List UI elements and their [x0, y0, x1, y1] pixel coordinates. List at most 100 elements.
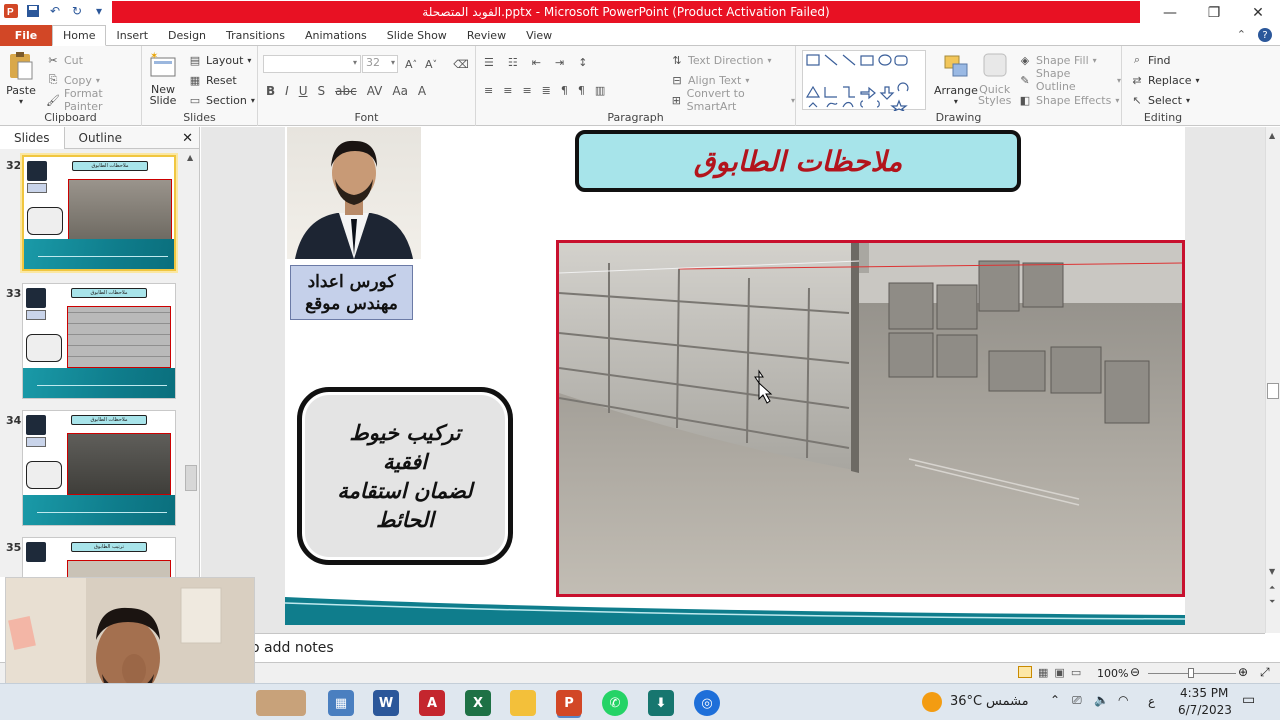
reading-view-icon[interactable]: ▣ — [1054, 666, 1064, 679]
restore-icon[interactable]: ❐ — [1192, 0, 1236, 25]
increase-indent-icon[interactable]: ⇥ — [555, 56, 564, 69]
shape-effects-button[interactable]: ◧ Shape Effects ▾ — [1018, 90, 1121, 110]
shadow-icon[interactable]: S — [318, 84, 326, 98]
taskbar-food-app-icon[interactable] — [256, 690, 306, 716]
input-language[interactable]: ع — [1148, 694, 1155, 708]
columns-icon[interactable]: ▥ — [595, 84, 605, 97]
editor-scrollbar[interactable]: ▲ ▼ ⏶ ⏷ — [1265, 127, 1280, 633]
cut-button[interactable]: ✂ Cut — [46, 50, 141, 70]
presenter-photo[interactable] — [287, 127, 421, 259]
tab-review[interactable]: Review — [457, 25, 516, 46]
next-slide-icon[interactable]: ⏷ — [1269, 597, 1275, 607]
numbering-icon[interactable]: ☷ — [508, 56, 518, 69]
tab-slides[interactable]: Slides — [0, 126, 65, 149]
prev-slide-icon[interactable]: ⏶ — [1269, 583, 1275, 593]
zoom-slider[interactable] — [1148, 668, 1236, 678]
decrease-indent-icon[interactable]: ⇤ — [532, 56, 541, 69]
new-slide-button[interactable]: ✶ New Slide — [148, 50, 178, 106]
section-button[interactable]: ▭ Section ▾ — [188, 90, 255, 110]
course-label-box[interactable]: كورس اعداد مهندس موقع — [290, 265, 413, 320]
slide-title-box[interactable]: ملاحظات الطابوق — [575, 130, 1021, 192]
save-icon[interactable] — [24, 2, 42, 20]
powerpoint-taskbar-icon[interactable]: P — [556, 690, 582, 716]
close-icon[interactable]: ✕ — [1236, 0, 1280, 25]
char-spacing-icon[interactable]: AV — [367, 84, 383, 98]
redo-icon[interactable]: ↻ — [68, 2, 86, 20]
clock-time[interactable]: 4:35 PM — [1180, 686, 1228, 700]
tray-chevron-icon[interactable]: ⌃ — [1050, 693, 1060, 707]
find-button[interactable]: ⌕ Find — [1130, 50, 1200, 70]
note-callout-box[interactable]: تركيب خيوط افقية لضمان استقامة الحائط — [297, 387, 513, 565]
tab-animations[interactable]: Animations — [295, 25, 377, 46]
underline-icon[interactable]: U — [299, 84, 308, 98]
recorder-icon[interactable]: ◎ — [694, 690, 720, 716]
tab-home[interactable]: Home — [52, 25, 107, 46]
paste-button[interactable]: Paste ▾ — [6, 50, 36, 106]
editor-scroll-thumb[interactable] — [1267, 383, 1279, 399]
zoom-out-icon[interactable]: ⊖ — [1130, 665, 1140, 679]
minimize-icon[interactable]: — — [1148, 0, 1192, 25]
quick-styles-button[interactable]: Quick Styles — [978, 50, 1011, 106]
change-case-icon[interactable]: Aa — [392, 84, 408, 98]
calculator-icon[interactable]: ▦ — [328, 690, 354, 716]
reset-button[interactable]: ▦ Reset — [188, 70, 255, 90]
camtasia-icon[interactable]: ⬇ — [648, 690, 674, 716]
layout-button[interactable]: ▤ Layout ▾ — [188, 50, 255, 70]
tab-insert[interactable]: Insert — [106, 25, 158, 46]
close-panel-icon[interactable]: ✕ — [182, 131, 193, 146]
powerpoint-app-icon[interactable]: P — [2, 2, 20, 20]
convert-smartart-button[interactable]: ⊞ Convert to SmartArt ▾ — [670, 87, 795, 113]
italic-icon[interactable]: I — [285, 84, 289, 98]
font-size-field[interactable]: 32 ▾ — [362, 55, 398, 73]
shape-outline-button[interactable]: ✎ Shape Outline ▾ — [1018, 67, 1121, 93]
text-direction-button[interactable]: ⇅ Text Direction ▾ — [670, 50, 795, 70]
slide-canvas[interactable]: كورس اعداد مهندس موقع ملاحظات الطابوق تر… — [285, 127, 1185, 625]
notes-pane[interactable]: o add notes — [201, 633, 1265, 662]
slideshow-view-icon[interactable]: ▭ — [1071, 666, 1081, 679]
wifi-icon[interactable]: ◠ — [1118, 693, 1128, 707]
network-adapter-icon[interactable]: ⎚ — [1072, 693, 1082, 708]
tab-slide-show[interactable]: Slide Show — [377, 25, 457, 46]
slide-sorter-icon[interactable]: ▦ — [1038, 666, 1048, 679]
weather-text[interactable]: مشمس — [986, 694, 1029, 709]
whatsapp-icon[interactable]: ✆ — [602, 690, 628, 716]
tab-design[interactable]: Design — [158, 25, 216, 46]
slide-thumb-34[interactable]: ملاحظات الطابوق — [22, 410, 176, 526]
tab-view[interactable]: View — [516, 25, 562, 46]
format-painter-button[interactable]: 🖌 Format Painter — [46, 87, 141, 113]
volume-icon[interactable]: 🔈 — [1094, 693, 1109, 707]
line-spacing-icon[interactable]: ↕ — [578, 56, 587, 69]
grow-font-icon[interactable]: A ˄ — [404, 57, 418, 71]
slide-thumb-35[interactable]: ترتيب الطابوق — [22, 537, 176, 577]
tab-file[interactable]: File — [0, 24, 52, 46]
excel-icon[interactable]: X — [465, 690, 491, 716]
zoom-in-icon[interactable]: ⊕ — [1238, 665, 1248, 679]
bold-icon[interactable]: B — [266, 84, 275, 98]
font-name-field[interactable]: ▾ — [263, 55, 361, 73]
fit-slide-icon[interactable]: ⤢ — [1260, 665, 1270, 680]
justify-icon[interactable]: ≣ — [542, 84, 551, 97]
file-explorer-icon[interactable] — [510, 690, 536, 716]
panel-scrollbar[interactable]: ▲ — [184, 151, 198, 577]
help-icon[interactable]: ? — [1258, 28, 1272, 42]
select-button[interactable]: ↖ Select ▾ — [1130, 90, 1200, 110]
bullets-icon[interactable]: ☰ — [484, 56, 494, 69]
weather-sun-icon[interactable] — [922, 692, 942, 712]
undo-icon[interactable]: ↶ — [46, 2, 64, 20]
ltr-icon[interactable]: ¶ — [578, 84, 585, 97]
slide-thumb-32[interactable]: ملاحظات الطابوق — [22, 155, 176, 271]
blockwork-photo[interactable] — [556, 240, 1185, 597]
slide-thumb-33[interactable]: ملاحظات الطابوق — [22, 283, 176, 399]
align-center-icon[interactable]: ≡ — [503, 84, 512, 97]
shapes-gallery[interactable] — [802, 50, 926, 112]
customize-qat-icon[interactable]: ▾ — [90, 2, 108, 20]
clear-formatting-icon[interactable]: ⌫ — [453, 57, 469, 71]
acrobat-icon[interactable]: A — [419, 690, 445, 716]
align-right-icon[interactable]: ≡ — [522, 84, 531, 97]
normal-view-icon[interactable] — [1018, 666, 1032, 678]
clock-date[interactable]: 6/7/2023 — [1178, 703, 1232, 717]
panel-scroll-thumb[interactable] — [185, 465, 197, 491]
strikethrough-icon[interactable]: abc — [335, 84, 357, 98]
tab-transitions[interactable]: Transitions — [216, 25, 295, 46]
ribbon-minimize-icon[interactable]: ⌃ — [1237, 28, 1246, 42]
